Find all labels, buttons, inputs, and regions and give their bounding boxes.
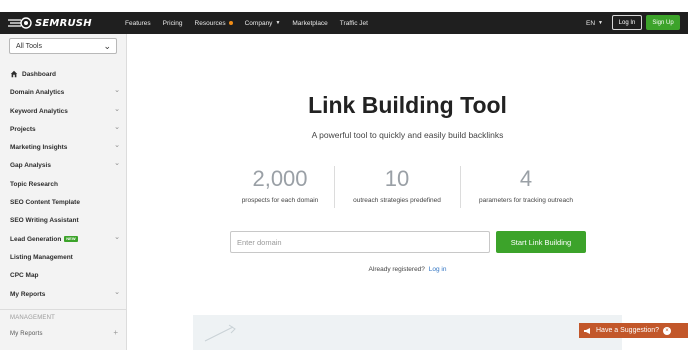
nav-marketplace[interactable]: Marketplace: [292, 20, 327, 27]
stat-prospects: 2,000 prospects for each domain: [230, 166, 330, 204]
sidebar-item-label: Topic Research: [10, 180, 58, 188]
sidebar-sub-item-my-reports[interactable]: My Reports: [10, 331, 43, 337]
house-icon: [10, 70, 18, 78]
sidebar-item-label: CPC Map: [10, 271, 39, 279]
new-badge: NEW: [64, 236, 78, 242]
chevron-down-icon: ⌄: [114, 160, 120, 167]
chevron-down-icon: ⌄: [114, 124, 120, 131]
sidebar-item-projects[interactable]: Projects ⌄: [10, 123, 120, 135]
chevron-down-icon: ⌄: [114, 234, 120, 241]
sidebar-item-seo-content-template[interactable]: SEO Content Template: [10, 196, 120, 208]
language-label: EN: [586, 19, 596, 27]
illustration-graphic: [204, 324, 236, 342]
stat-value: 4: [519, 166, 533, 191]
stat-label: outreach strategies predefined: [353, 197, 441, 204]
nav-company[interactable]: Company ▼: [245, 20, 281, 27]
sidebar-item-label: SEO Writing Assistant: [10, 216, 79, 224]
nav-pricing[interactable]: Pricing: [163, 20, 183, 27]
caret-down-icon: ▼: [275, 20, 281, 26]
illustration-panel: [193, 315, 622, 350]
already-registered-line: Already registered? Log in: [127, 266, 688, 273]
sidebar-item-label: Listing Management: [10, 253, 73, 261]
stat-divider: [460, 166, 461, 208]
notification-dot-icon: [228, 21, 233, 25]
plus-icon[interactable]: +: [113, 328, 118, 337]
suggestion-widget[interactable]: Have a Suggestion? ×: [579, 323, 688, 338]
suggestion-label: Have a Suggestion?: [596, 327, 660, 334]
all-tools-select[interactable]: All Tools ⌄: [9, 38, 117, 54]
fireball-icon: [8, 17, 32, 29]
sidebar-item-topic-research[interactable]: Topic Research: [10, 178, 120, 190]
sidebar-item-label: Keyword Analytics: [10, 107, 68, 115]
sidebar-item-my-reports[interactable]: My Reports ⌄: [10, 288, 120, 300]
sidebar-section-management: MANAGEMENT: [10, 315, 56, 321]
sidebar-item-listing-management[interactable]: Listing Management: [10, 251, 120, 263]
sidebar-item-seo-writing-assistant[interactable]: SEO Writing Assistant: [10, 214, 120, 226]
caret-down-icon: ▼: [598, 20, 603, 26]
start-link-building-button[interactable]: Start Link Building: [496, 231, 586, 253]
sidebar-divider: [0, 309, 126, 310]
login-link[interactable]: Log in: [429, 266, 447, 273]
all-tools-label: All Tools: [16, 42, 42, 50]
stat-label: prospects for each domain: [241, 197, 319, 204]
stat-value: 10: [384, 166, 410, 191]
main-nav: Features Pricing Resources Company ▼ Mar…: [125, 12, 380, 34]
sidebar-item-domain-analytics[interactable]: Domain Analytics ⌄: [10, 86, 120, 98]
page-title: Link Building Tool: [308, 92, 507, 118]
chevron-down-icon: ⌄: [114, 106, 120, 113]
logo-text: SEMRUSH: [35, 17, 92, 29]
sidebar-item-lead-generation[interactable]: Lead Generation NEW ⌄: [10, 233, 120, 245]
already-registered-text: Already registered?: [368, 266, 425, 273]
top-navigation-bar: SEMRUSH Features Pricing Resources Compa…: [0, 12, 688, 34]
domain-input[interactable]: Enter domain: [230, 231, 490, 253]
page-subtitle: A powerful tool to quickly and easily bu…: [311, 130, 504, 140]
sidebar-item-cpc-map[interactable]: CPC Map: [10, 269, 120, 281]
sidebar-item-label: SEO Content Template: [10, 198, 80, 206]
nav-company-label: Company: [244, 19, 273, 27]
login-button[interactable]: Log In: [612, 15, 642, 30]
stat-strategies: 10 outreach strategies predefined: [340, 166, 454, 204]
signup-button[interactable]: Sign Up: [646, 15, 680, 30]
sidebar-item-label: Marketing Insights: [10, 143, 68, 151]
nav-features[interactable]: Features: [125, 20, 151, 27]
sidebar: All Tools ⌄ Dashboard Domain Analytics ⌄…: [0, 34, 127, 350]
chevron-down-icon: ⌄: [114, 142, 120, 149]
nav-traffic-jet[interactable]: Traffic Jet: [340, 20, 368, 27]
sidebar-item-dashboard[interactable]: Dashboard: [10, 68, 120, 80]
megaphone-icon: [584, 327, 590, 334]
nav-resources[interactable]: Resources: [195, 20, 233, 27]
semrush-logo[interactable]: SEMRUSH: [7, 14, 92, 32]
chevron-down-icon: ⌄: [103, 41, 111, 51]
close-icon[interactable]: ×: [663, 326, 672, 335]
sidebar-item-label: Lead Generation: [10, 235, 62, 243]
chevron-down-icon: ⌄: [114, 289, 120, 296]
stat-value: 2,000: [252, 166, 308, 191]
sidebar-item-keyword-analytics[interactable]: Keyword Analytics ⌄: [10, 105, 120, 117]
sidebar-item-gap-analysis[interactable]: Gap Analysis ⌄: [10, 159, 120, 171]
sidebar-item-label: My Reports: [10, 290, 46, 298]
language-selector[interactable]: EN ▼: [586, 12, 603, 34]
nav-resources-label: Resources: [194, 19, 226, 27]
sidebar-item-label: Dashboard: [22, 70, 56, 78]
sidebar-item-label: Domain Analytics: [10, 88, 65, 96]
sidebar-item-label: Gap Analysis: [10, 161, 51, 169]
sidebar-item-marketing-insights[interactable]: Marketing Insights ⌄: [10, 141, 120, 153]
sidebar-item-label: Projects: [10, 125, 36, 133]
chevron-down-icon: ⌄: [114, 87, 120, 94]
stat-label: parameters for tracking outreach: [479, 197, 573, 204]
stat-parameters: 4 parameters for tracking outreach: [466, 166, 586, 204]
stat-divider: [334, 166, 335, 208]
